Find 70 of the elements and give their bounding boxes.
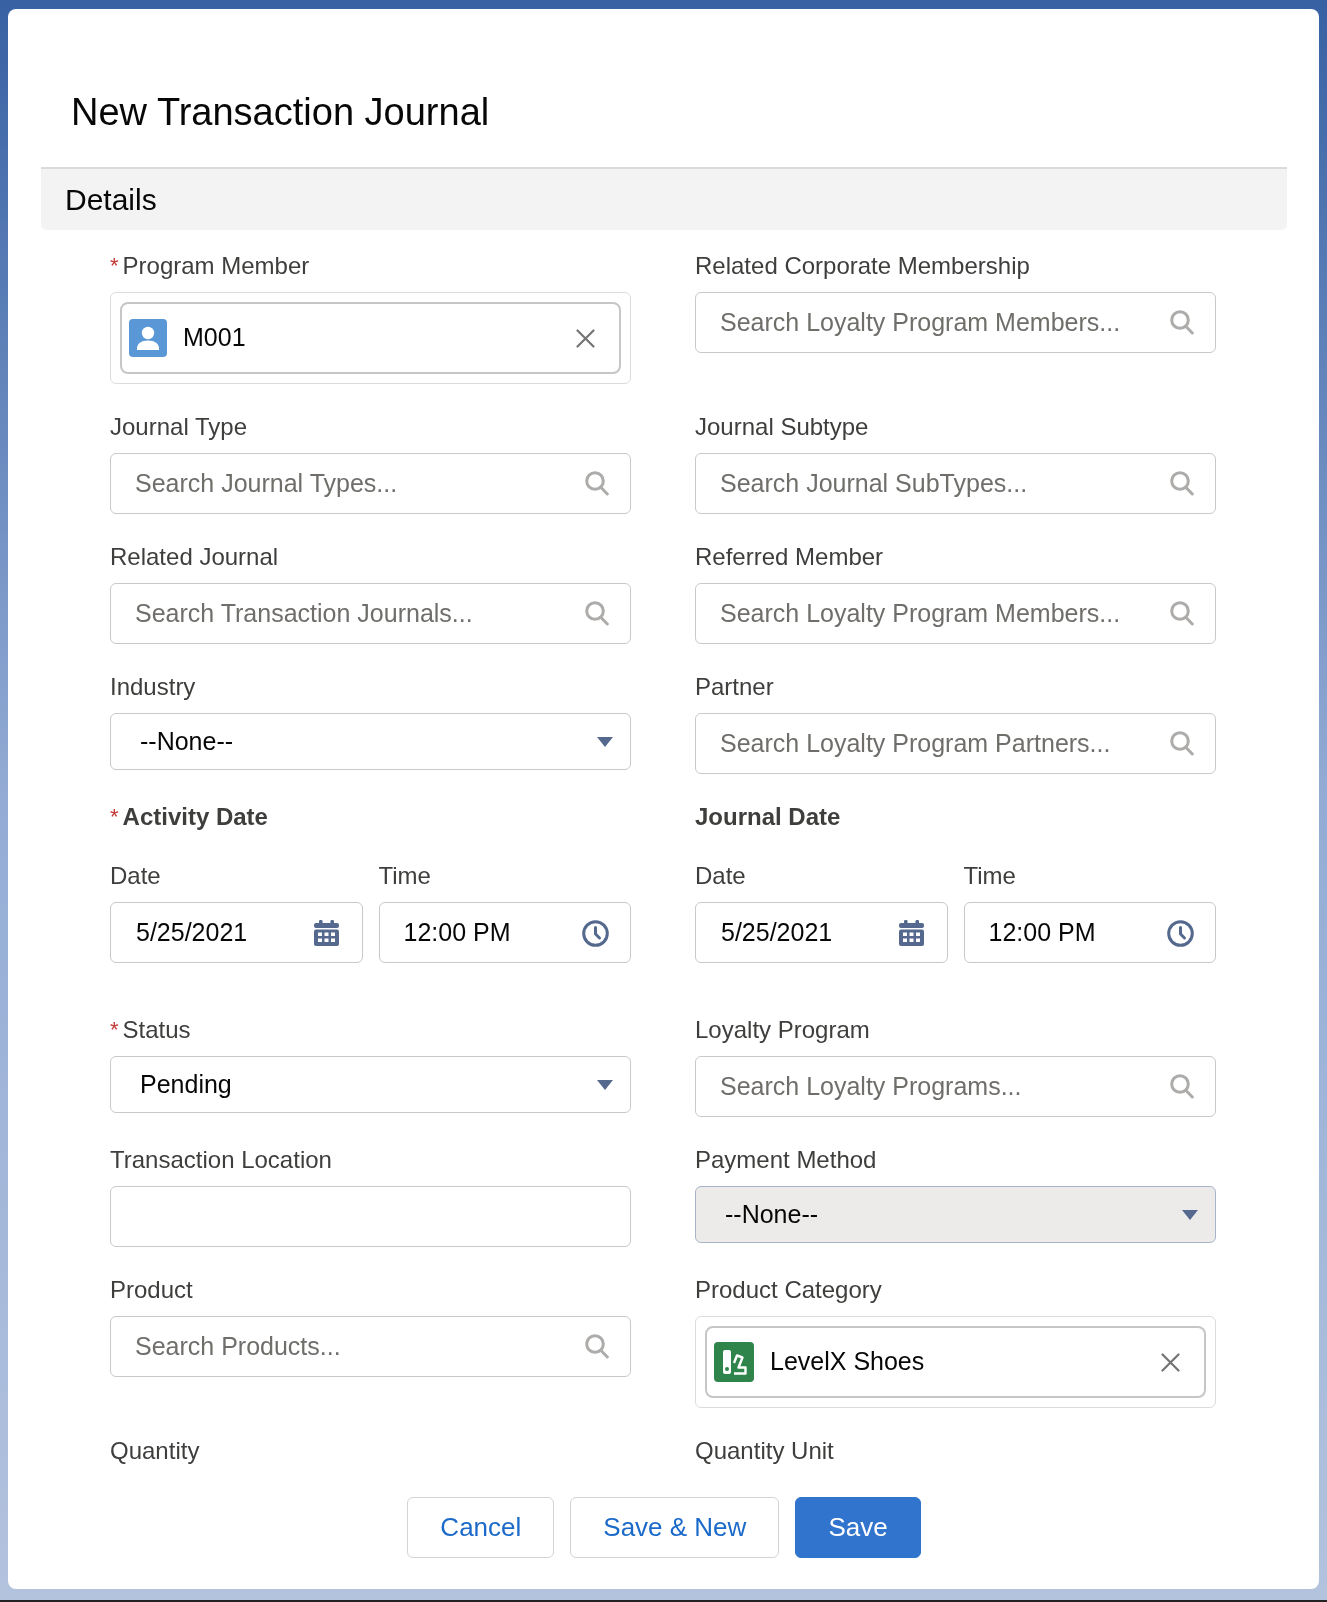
text-field[interactable] — [110, 1186, 631, 1247]
secondary-button[interactable]: Save & New — [570, 1497, 780, 1558]
field-label: Industry — [110, 673, 196, 701]
field-label: Referred Member — [695, 543, 884, 571]
person-icon — [129, 319, 167, 357]
remove-button[interactable] — [1161, 1352, 1180, 1372]
field-label: Time — [378, 862, 432, 890]
search-icon — [585, 1334, 609, 1359]
swatch-icon — [714, 1342, 754, 1382]
search-field[interactable]: Search Products... — [110, 1316, 631, 1377]
picklist-select[interactable]: Pending — [110, 1056, 631, 1113]
field-label: Related Journal — [110, 543, 279, 571]
field-label: Program Member — [122, 252, 310, 280]
search-icon — [1170, 1074, 1194, 1099]
caret-icon — [597, 736, 613, 747]
secondary-button[interactable]: Cancel — [407, 1497, 555, 1558]
search-icon — [585, 471, 609, 496]
field-label: Journal Type — [110, 413, 247, 441]
remove-button[interactable] — [576, 328, 595, 348]
field-group-label: Journal Date — [695, 803, 841, 831]
search-icon — [1170, 601, 1194, 626]
section-header: Details — [41, 167, 1287, 230]
field-label: Quantity — [110, 1437, 200, 1465]
time-field[interactable]: 12:00 PM — [378, 902, 631, 963]
field-label: Transaction Location — [110, 1146, 332, 1174]
primary-button[interactable]: Save — [795, 1497, 921, 1558]
field-label: Quantity Unit — [695, 1437, 834, 1465]
date-field[interactable]: 5/25/2021 — [695, 902, 948, 963]
search-icon — [1170, 310, 1194, 335]
field-label: Date — [695, 862, 747, 890]
search-field[interactable]: Search Loyalty Programs... — [695, 1056, 1216, 1117]
field-label: Loyalty Program — [695, 1016, 870, 1044]
calendar-icon — [898, 920, 924, 946]
field-label: Related Corporate Membership — [695, 252, 1030, 280]
field-group-label: Activity Date — [122, 803, 268, 831]
clock-icon — [582, 920, 609, 947]
search-field[interactable]: Search Loyalty Program Partners... — [695, 713, 1216, 774]
field-label: Payment Method — [695, 1146, 877, 1174]
close-icon — [1161, 1352, 1180, 1372]
close-icon — [576, 328, 595, 348]
date-field[interactable]: 5/25/2021 — [110, 902, 363, 963]
search-field[interactable]: Search Journal Types... — [110, 453, 631, 514]
field-label: Date — [110, 862, 162, 890]
caret-icon — [1182, 1209, 1198, 1220]
required-asterisk: * — [110, 1016, 119, 1044]
caret-icon — [597, 1079, 613, 1090]
selected-record-name: M001 — [183, 322, 247, 354]
calendar-icon — [313, 920, 339, 946]
clock-icon — [1167, 920, 1194, 947]
search-field[interactable]: Search Loyalty Program Members... — [695, 292, 1216, 353]
time-field[interactable]: 12:00 PM — [963, 902, 1216, 963]
search-field[interactable]: Search Loyalty Program Members... — [695, 583, 1216, 644]
selected-record-name: LevelX Shoes — [770, 1346, 926, 1378]
required-asterisk: * — [110, 252, 119, 280]
field-label: Partner — [695, 673, 774, 701]
field-label: Product Category — [695, 1276, 882, 1304]
field-label: Status — [122, 1016, 191, 1044]
field-label: Journal Subtype — [695, 413, 869, 441]
picklist-select[interactable]: --None-- — [110, 713, 631, 770]
lookup-field[interactable]: M001 — [110, 292, 631, 384]
search-icon — [585, 601, 609, 626]
lookup-field[interactable]: LevelX Shoes — [695, 1316, 1216, 1408]
field-label: Product — [110, 1276, 193, 1304]
search-field[interactable]: Search Journal SubTypes... — [695, 453, 1216, 514]
search-icon — [1170, 471, 1194, 496]
required-asterisk: * — [110, 803, 119, 831]
search-field[interactable]: Search Transaction Journals... — [110, 583, 631, 644]
field-label: Time — [963, 862, 1017, 890]
modal-title: New Transaction Journal — [70, 90, 491, 134]
search-icon — [1170, 731, 1194, 756]
